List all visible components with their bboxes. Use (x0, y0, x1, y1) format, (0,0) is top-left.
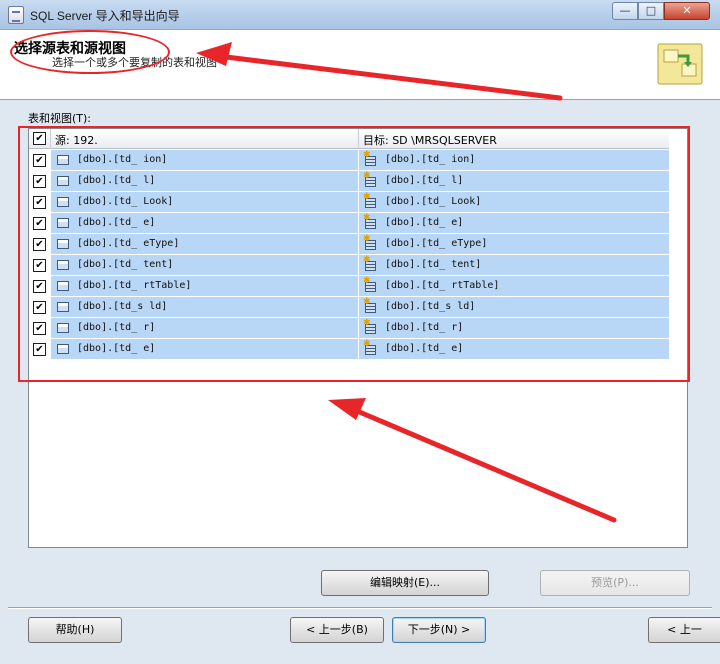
annotation-arrows (196, 42, 617, 523)
annotation-arrowhead-top (196, 42, 232, 66)
annotation-arrow-top (215, 53, 563, 101)
annotation-arrow-bottom (347, 405, 617, 523)
annotation-arrowhead-bottom (328, 398, 366, 420)
